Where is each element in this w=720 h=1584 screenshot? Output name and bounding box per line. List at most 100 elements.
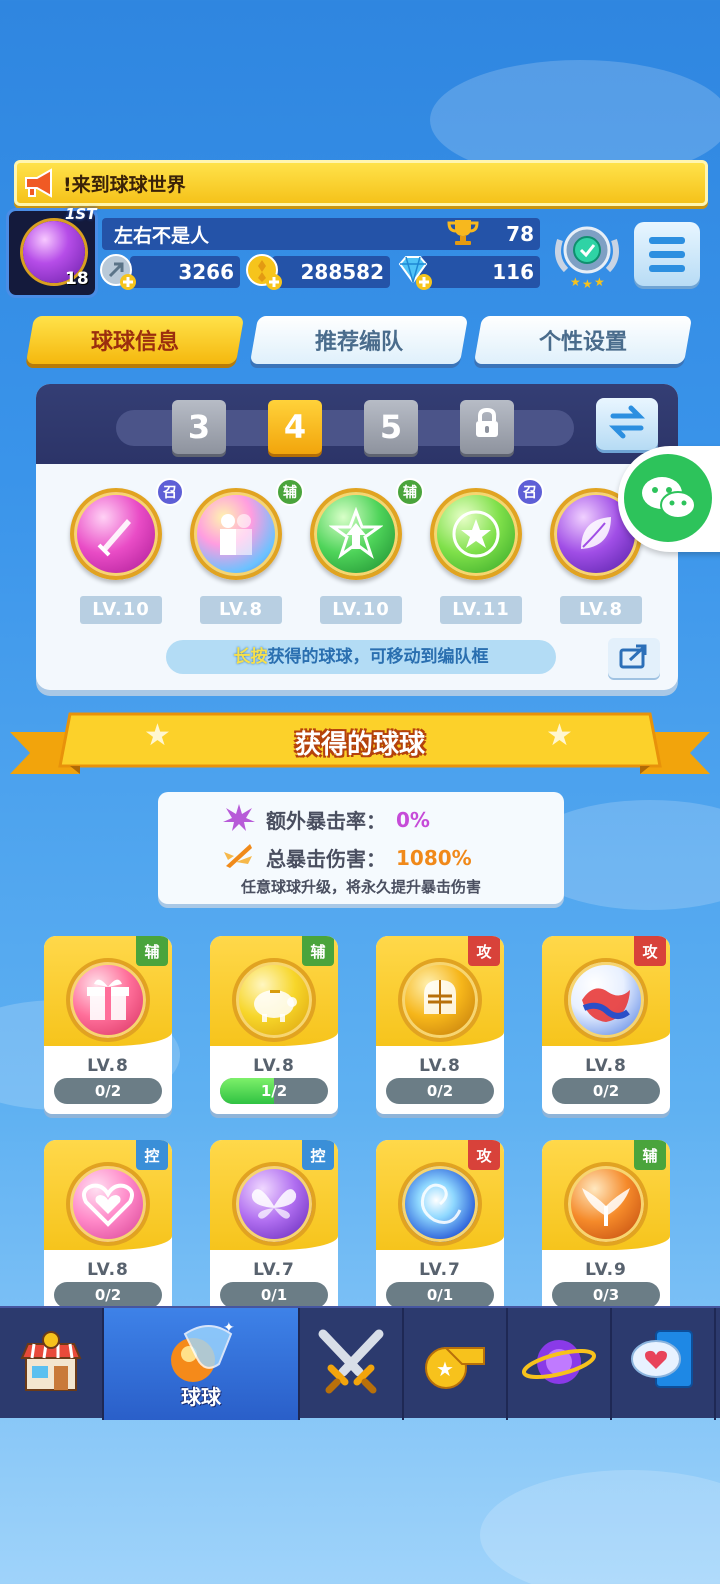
drag-hint-text: 获得的球球，可移动到编队框 bbox=[267, 647, 489, 667]
energy-add-icon[interactable] bbox=[98, 252, 138, 292]
card-progress-text: 0/1 bbox=[260, 1286, 288, 1304]
ball-card[interactable]: 攻 LV.8 0/2 bbox=[376, 936, 504, 1114]
card-role-tag: 控 bbox=[302, 1140, 334, 1170]
ball-role-tag: 召 bbox=[516, 478, 544, 506]
rank-badge-icon[interactable]: ★ ★ ★ bbox=[552, 218, 622, 291]
card-role-tag: 辅 bbox=[634, 1140, 666, 1170]
planet-icon bbox=[519, 1330, 599, 1398]
card-level: LV.8 bbox=[87, 1260, 129, 1280]
nav-social[interactable] bbox=[612, 1308, 716, 1420]
section-ribbon: ★ ★ 获得的球球 bbox=[10, 708, 710, 782]
total-crit-damage-value: 1080% bbox=[396, 845, 472, 870]
shadow-clone-icon bbox=[194, 492, 278, 576]
card-role-tag: 攻 bbox=[468, 936, 500, 966]
crossed-swords-icon bbox=[315, 1328, 387, 1400]
main-menu-button[interactable] bbox=[634, 222, 700, 286]
team-slot-5-label: 5 bbox=[379, 408, 403, 446]
star-arrow-icon bbox=[314, 492, 398, 576]
team-slot-locked[interactable] bbox=[460, 400, 514, 454]
team-ball-3[interactable] bbox=[310, 488, 402, 580]
team-slot-3[interactable]: 3 bbox=[172, 400, 226, 454]
gift-icon bbox=[66, 958, 150, 1042]
nav-balls-label: 球球 bbox=[181, 1385, 221, 1409]
card-progress-text: 0/3 bbox=[592, 1286, 620, 1304]
card-progress-bar: 0/2 bbox=[54, 1078, 162, 1104]
card-level: LV.9 bbox=[585, 1260, 627, 1280]
card-level: LV.7 bbox=[419, 1260, 461, 1280]
ball-role-tag: 辅 bbox=[276, 478, 304, 506]
trophy-count: 78 bbox=[506, 222, 534, 246]
tab-ball-info[interactable]: 球球信息 bbox=[25, 316, 245, 364]
card-progress-bar: 0/2 bbox=[552, 1078, 660, 1104]
ball-card[interactable]: 控 LV.8 0/2 bbox=[44, 1140, 172, 1318]
ball-card[interactable]: 攻 LV.7 0/1 bbox=[376, 1140, 504, 1318]
extra-crit-rate-value: 0% bbox=[396, 807, 430, 832]
energy-value: 3266 bbox=[178, 260, 234, 284]
team-ball-level: LV.10 bbox=[320, 596, 402, 624]
tab-recommended-team[interactable]: 推荐编队 bbox=[249, 316, 469, 364]
ball-card[interactable]: 辅 LV.9 0/3 bbox=[542, 1140, 670, 1318]
ball-card[interactable]: 辅 LV.8 1/2 bbox=[210, 936, 338, 1114]
card-progress-bar: 0/3 bbox=[552, 1282, 660, 1308]
menu-bar-icon bbox=[649, 264, 685, 272]
coin-counter: 288582 bbox=[272, 256, 390, 288]
ball-card[interactable]: 辅 LV.8 0/2 bbox=[44, 936, 172, 1114]
whistle-icon: ★ bbox=[418, 1330, 492, 1398]
crit-burst-icon bbox=[222, 802, 256, 837]
player-name-bar: 左右不是人 78 bbox=[102, 218, 540, 250]
card-progress-text: 0/1 bbox=[426, 1286, 454, 1304]
menu-bar-icon bbox=[649, 236, 685, 244]
nav-shop[interactable] bbox=[0, 1308, 104, 1420]
butterfly-icon bbox=[232, 1162, 316, 1246]
card-role-tag: 辅 bbox=[302, 936, 334, 966]
shop-icon bbox=[16, 1330, 86, 1398]
team-ball-4[interactable] bbox=[430, 488, 522, 580]
tab-personal-settings[interactable]: 个性设置 bbox=[473, 316, 693, 364]
lock-icon bbox=[473, 407, 501, 447]
card-role-tag: 攻 bbox=[634, 936, 666, 966]
ball-role-tag: 召 bbox=[156, 478, 184, 506]
card-progress-bar: 1/2 bbox=[220, 1078, 328, 1104]
team-slot-5[interactable]: 5 bbox=[364, 400, 418, 454]
team-ball-2[interactable] bbox=[190, 488, 282, 580]
bottom-nav: ✦ 球球 ★ bbox=[0, 1306, 720, 1420]
diamond-add-icon[interactable] bbox=[394, 252, 434, 292]
wechat-button[interactable] bbox=[618, 446, 720, 552]
vortex-icon bbox=[398, 1162, 482, 1246]
nav-whistle[interactable]: ★ bbox=[404, 1308, 508, 1420]
card-level: LV.7 bbox=[253, 1260, 295, 1280]
card-level: LV.8 bbox=[87, 1056, 129, 1076]
team-slot-3-label: 3 bbox=[187, 408, 211, 446]
knight-helmet-icon bbox=[398, 958, 482, 1042]
card-progress-text: 1/2 bbox=[260, 1082, 288, 1100]
megaphone-icon bbox=[17, 160, 63, 206]
team-ball-1[interactable] bbox=[70, 488, 162, 580]
player-avatar[interactable]: 1ST 18 bbox=[6, 205, 98, 298]
notice-text: !来到球球世界 bbox=[63, 173, 186, 196]
phoenix-wings-icon bbox=[564, 1162, 648, 1246]
total-crit-damage-label: 总暴击伤害： bbox=[266, 847, 386, 871]
share-team-button[interactable] bbox=[608, 638, 660, 678]
notice-bar[interactable]: !来到球球世界 bbox=[14, 160, 708, 206]
ball-role-tag: 辅 bbox=[396, 478, 424, 506]
nav-balls[interactable]: ✦ 球球 bbox=[104, 1308, 300, 1420]
nav-battle[interactable] bbox=[300, 1308, 404, 1420]
sword-icon bbox=[74, 492, 158, 576]
trophy-icon bbox=[446, 218, 480, 250]
svg-text:✦: ✦ bbox=[223, 1320, 235, 1336]
tab-recommended-team-label: 推荐编队 bbox=[314, 330, 403, 355]
card-progress-bar: 0/1 bbox=[220, 1282, 328, 1308]
extra-crit-rate-row: 额外暴击率： 0% bbox=[222, 802, 430, 837]
svg-text:★: ★ bbox=[436, 1357, 454, 1381]
tab-ball-info-label: 球球信息 bbox=[90, 330, 179, 355]
team-slot-4[interactable]: 4 bbox=[268, 400, 322, 454]
svg-text:★: ★ bbox=[594, 275, 605, 289]
coin-add-icon[interactable] bbox=[244, 252, 284, 292]
ball-card[interactable]: 控 LV.7 0/1 bbox=[210, 1140, 338, 1318]
yin-yang-icon bbox=[564, 958, 648, 1042]
star-ring-icon bbox=[434, 492, 518, 576]
swap-team-button[interactable] bbox=[596, 398, 658, 450]
nav-planet[interactable] bbox=[508, 1308, 612, 1420]
ball-card[interactable]: 攻 LV.8 0/2 bbox=[542, 936, 670, 1114]
section-title: 获得的球球 bbox=[294, 730, 425, 760]
